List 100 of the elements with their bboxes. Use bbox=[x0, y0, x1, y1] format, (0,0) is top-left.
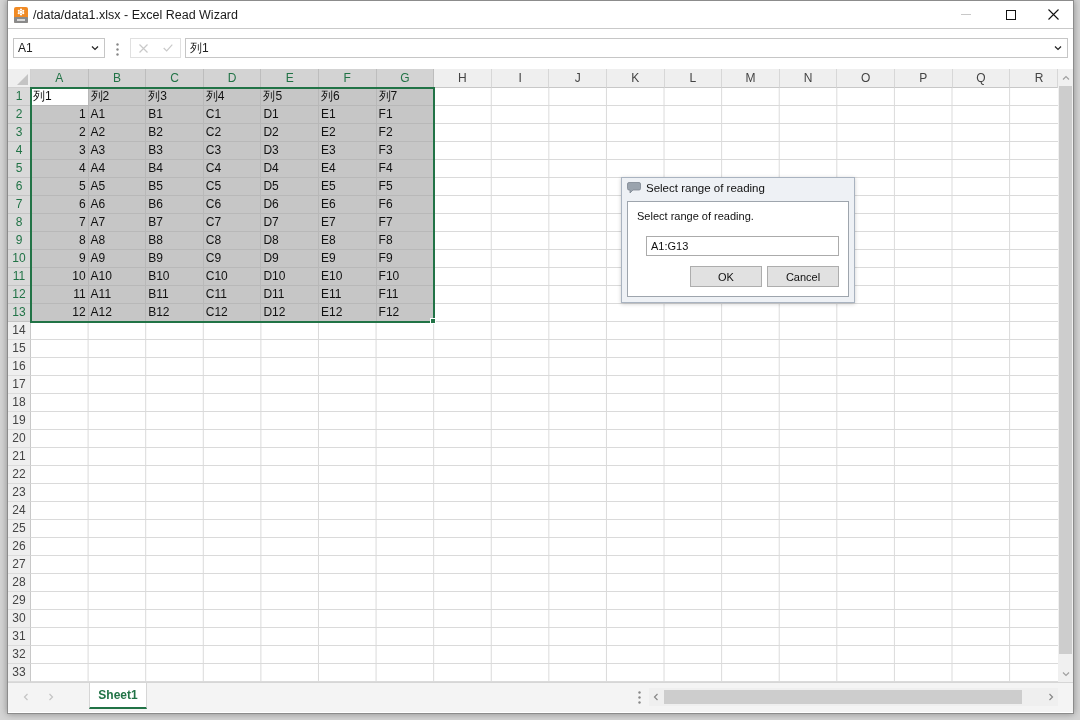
sheet-cell: A4 bbox=[88, 160, 147, 178]
sheet-cell: E8 bbox=[318, 232, 377, 250]
sheet-cell: E11 bbox=[318, 286, 377, 304]
sheet-cell: C1 bbox=[203, 106, 262, 124]
range-field[interactable]: A1:G13 bbox=[646, 236, 839, 256]
sheet-cell: 12 bbox=[31, 304, 89, 322]
column-header[interactable]: Q bbox=[952, 69, 1011, 88]
sheet-cell: A2 bbox=[88, 124, 147, 142]
row-header[interactable]: 19 bbox=[8, 412, 31, 430]
sheet-cell: D9 bbox=[261, 250, 319, 268]
chevron-right-icon bbox=[46, 693, 55, 701]
sheet-cell: 5 bbox=[31, 178, 89, 196]
column-header[interactable]: O bbox=[837, 69, 895, 88]
column-header[interactable]: N bbox=[779, 69, 838, 88]
triangle-icon bbox=[17, 74, 28, 85]
sheet-cell: B2 bbox=[146, 124, 204, 142]
row-header[interactable]: 16 bbox=[8, 358, 31, 376]
speech-bubble-icon bbox=[627, 182, 641, 194]
sheet-cell: 8 bbox=[31, 232, 89, 250]
sheet-cell: C3 bbox=[203, 142, 262, 160]
row-header[interactable]: 22 bbox=[8, 466, 31, 484]
row-header[interactable]: 26 bbox=[8, 538, 31, 556]
sheet-cell: F3 bbox=[376, 142, 435, 160]
sheet-cell: A1 bbox=[88, 106, 147, 124]
sheet-cell: F12 bbox=[376, 304, 435, 322]
column-header[interactable]: P bbox=[894, 69, 953, 88]
row-header[interactable]: 29 bbox=[8, 592, 31, 610]
sheet-cell: A3 bbox=[88, 142, 147, 160]
scrollbar-thumb[interactable] bbox=[664, 690, 1022, 704]
row-header[interactable]: 28 bbox=[8, 574, 31, 592]
row-header[interactable]: 33 bbox=[8, 664, 31, 682]
row-header[interactable]: 2 bbox=[8, 106, 31, 124]
sheet-cell: A11 bbox=[88, 286, 147, 304]
sheet-cell: F11 bbox=[376, 286, 435, 304]
sheet-cell: E1 bbox=[318, 106, 377, 124]
check-icon bbox=[162, 44, 173, 52]
sheet-cell: B12 bbox=[146, 304, 204, 322]
sheet-cell: D5 bbox=[261, 178, 319, 196]
row-header[interactable]: 4 bbox=[8, 142, 31, 160]
row-header[interactable]: 8 bbox=[8, 214, 31, 232]
column-header[interactable]: I bbox=[491, 69, 550, 88]
row-header[interactable]: 10 bbox=[8, 250, 31, 268]
row-header[interactable]: 12 bbox=[8, 286, 31, 304]
chevron-left-icon bbox=[652, 693, 660, 701]
sheet-cell: D2 bbox=[261, 124, 319, 142]
dialog-message: Select range of reading. bbox=[637, 209, 755, 223]
scrollbar-thumb[interactable] bbox=[1059, 86, 1072, 654]
sheet-cell: F4 bbox=[376, 160, 435, 178]
column-header[interactable]: J bbox=[549, 69, 607, 88]
select-all-button[interactable] bbox=[8, 69, 31, 88]
column-header[interactable]: R bbox=[1010, 69, 1058, 88]
row-header[interactable]: 7 bbox=[8, 196, 31, 214]
row-header[interactable]: 14 bbox=[8, 322, 31, 340]
fill-handle[interactable] bbox=[429, 317, 436, 324]
sheet-cell: E2 bbox=[318, 124, 377, 142]
row-header[interactable]: 15 bbox=[8, 340, 31, 358]
row-header[interactable]: 21 bbox=[8, 448, 31, 466]
sheet-cell: 1 bbox=[31, 106, 89, 124]
row-header[interactable]: 23 bbox=[8, 484, 31, 502]
sheet-cell: C9 bbox=[203, 250, 262, 268]
maximize-icon bbox=[1006, 9, 1016, 20]
row-header[interactable]: 13 bbox=[8, 304, 31, 322]
row-header[interactable]: 32 bbox=[8, 646, 31, 664]
row-header[interactable]: 5 bbox=[8, 160, 31, 178]
column-header[interactable]: M bbox=[722, 69, 780, 88]
sheet-cell: C2 bbox=[203, 124, 262, 142]
formula-field[interactable]: 列1 bbox=[185, 38, 1068, 58]
sheet-cell: C7 bbox=[203, 214, 262, 232]
sheet-cell: D4 bbox=[261, 160, 319, 178]
app-logo-icon bbox=[14, 6, 28, 23]
ok-button[interactable]: OK bbox=[690, 266, 762, 287]
row-header[interactable]: 6 bbox=[8, 178, 31, 196]
row-header[interactable]: 30 bbox=[8, 610, 31, 628]
row-header[interactable]: 11 bbox=[8, 268, 31, 286]
name-box[interactable]: A1 bbox=[13, 38, 105, 58]
column-header[interactable]: L bbox=[664, 69, 723, 88]
sheet-cell: E3 bbox=[318, 142, 377, 160]
row-header[interactable]: 20 bbox=[8, 430, 31, 448]
sheet-cell: B5 bbox=[146, 178, 204, 196]
row-header[interactable]: 18 bbox=[8, 394, 31, 412]
row-header[interactable]: 17 bbox=[8, 376, 31, 394]
row-header[interactable]: 3 bbox=[8, 124, 31, 142]
row-header[interactable]: 1 bbox=[8, 88, 31, 106]
sheet-cell: A6 bbox=[88, 196, 147, 214]
sheet-cell: 3 bbox=[31, 142, 89, 160]
sheet-cell: D10 bbox=[261, 268, 319, 286]
cancel-button[interactable]: Cancel bbox=[767, 266, 839, 287]
sheet-cell: D3 bbox=[261, 142, 319, 160]
sheet-tab[interactable]: Sheet1 bbox=[89, 683, 147, 709]
sheet-cell: A9 bbox=[88, 250, 147, 268]
row-header[interactable]: 27 bbox=[8, 556, 31, 574]
column-header[interactable]: H bbox=[434, 69, 492, 88]
column-header[interactable]: K bbox=[606, 69, 665, 88]
sheet-cell: 2 bbox=[31, 124, 89, 142]
sheet-cell: E7 bbox=[318, 214, 377, 232]
row-header[interactable]: 9 bbox=[8, 232, 31, 250]
row-header[interactable]: 24 bbox=[8, 502, 31, 520]
row-header[interactable]: 31 bbox=[8, 628, 31, 646]
row-header[interactable]: 25 bbox=[8, 520, 31, 538]
sheet-cell: D8 bbox=[261, 232, 319, 250]
